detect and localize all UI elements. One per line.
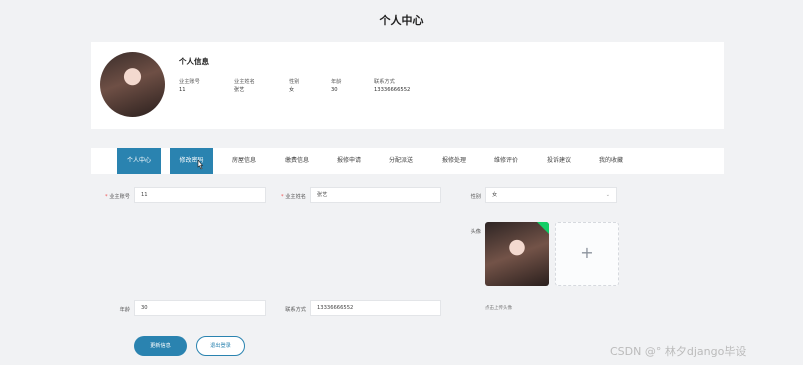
profile-info-columns: 业主账号 11 业主姓名 张艺 性别 女 年龄 30 联系方式 13336666… bbox=[179, 78, 434, 94]
tab-repair-request[interactable]: 报修申请 bbox=[327, 148, 371, 174]
tab-payment-info[interactable]: 缴费信息 bbox=[275, 148, 319, 174]
profile-field-value: 13336666552 bbox=[374, 87, 411, 93]
phone-label: 联系方式 bbox=[285, 307, 306, 313]
profile-field-label: 性别 bbox=[289, 79, 300, 85]
age-label: 年龄 bbox=[119, 307, 130, 313]
profile-field-value: 11 bbox=[179, 87, 186, 93]
gender-label: 性别 bbox=[470, 194, 481, 200]
mouse-pointer-icon bbox=[197, 160, 204, 170]
account-label-text: 业主账号 bbox=[109, 194, 130, 200]
profile-field-account: 业主账号 11 bbox=[179, 78, 234, 94]
name-label-text: 业主姓名 bbox=[285, 194, 306, 200]
tab-house-info[interactable]: 房屋信息 bbox=[222, 148, 266, 174]
tab-change-password[interactable]: 修改密码 bbox=[170, 148, 213, 174]
profile-field-value: 30 bbox=[331, 87, 338, 93]
profile-field-label: 业主账号 bbox=[179, 79, 200, 85]
chevron-down-icon: ⌄ bbox=[605, 192, 610, 198]
account-label: * 业主账号 bbox=[90, 193, 130, 200]
tab-my-favorites[interactable]: 我的收藏 bbox=[589, 148, 633, 174]
gender-select-value: 女 bbox=[492, 192, 498, 198]
uploaded-check-icon bbox=[537, 222, 549, 234]
tab-repair-handling[interactable]: 报修处理 bbox=[432, 148, 476, 174]
profile-avatar bbox=[100, 52, 165, 117]
gender-select[interactable]: 女 ⌄ bbox=[485, 187, 617, 203]
profile-field-label: 年龄 bbox=[331, 79, 342, 85]
profile-field-label: 联系方式 bbox=[374, 79, 395, 85]
required-mark: * bbox=[280, 194, 284, 200]
avatar-upload-hint: 点击上传头像 bbox=[485, 306, 512, 311]
tab-complaints[interactable]: 投诉建议 bbox=[537, 148, 581, 174]
phone-input[interactable]: 13336666552 bbox=[310, 300, 441, 316]
page-title: 个人中心 bbox=[379, 14, 424, 27]
name-label: * 业主姓名 bbox=[268, 193, 306, 200]
account-input[interactable]: 11 bbox=[134, 187, 266, 203]
profile-card: 个人信息 业主账号 11 业主姓名 张艺 性别 女 年龄 30 联系方式 133… bbox=[91, 42, 724, 129]
tab-personal-center[interactable]: 个人中心 bbox=[117, 148, 161, 174]
profile-field-age: 年龄 30 bbox=[331, 78, 374, 94]
profile-field-value: 女 bbox=[289, 87, 295, 93]
tab-repair-rating[interactable]: 维修评价 bbox=[484, 148, 528, 174]
avatar-label: 头像 bbox=[470, 229, 481, 235]
tab-bar: 个人中心 修改密码 房屋信息 缴费信息 报修申请 分配派送 报修处理 维修评价 … bbox=[91, 148, 724, 174]
required-mark: * bbox=[104, 194, 108, 200]
tab-dispatch[interactable]: 分配派送 bbox=[379, 148, 423, 174]
profile-field-label: 业主姓名 bbox=[234, 79, 255, 85]
age-input[interactable]: 30 bbox=[134, 300, 266, 316]
profile-field-gender: 性别 女 bbox=[289, 78, 331, 94]
update-info-button[interactable]: 更新信息 bbox=[134, 336, 187, 356]
logout-button[interactable]: 退出登录 bbox=[196, 336, 245, 356]
profile-field-value: 张艺 bbox=[234, 87, 245, 93]
avatar-upload-button[interactable]: + bbox=[555, 222, 619, 286]
profile-field-name: 业主姓名 张艺 bbox=[234, 78, 289, 94]
watermark: CSDN @° 林夕django毕设 bbox=[610, 345, 747, 358]
name-input[interactable]: 张艺 bbox=[310, 187, 441, 203]
profile-field-phone: 联系方式 13336666552 bbox=[374, 78, 434, 94]
profile-section-title: 个人信息 bbox=[179, 57, 209, 66]
avatar-preview[interactable] bbox=[485, 222, 549, 286]
